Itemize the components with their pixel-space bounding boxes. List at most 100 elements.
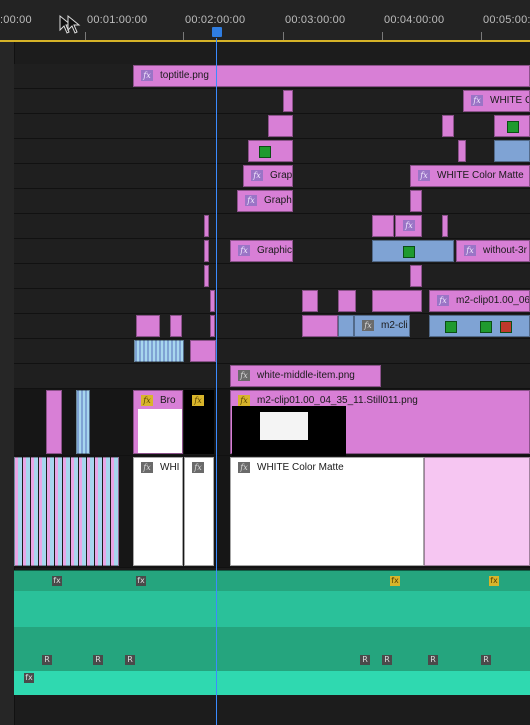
clip[interactable] xyxy=(338,315,354,337)
clip[interactable] xyxy=(283,90,293,112)
clip[interactable] xyxy=(46,390,62,454)
ruler-tick xyxy=(382,32,383,40)
clip[interactable]: fx xyxy=(184,457,214,566)
fx-icon: fx xyxy=(238,370,250,381)
video-track[interactable]: fx m2-clip01.00_06 xyxy=(14,289,530,314)
fx-icon: fx xyxy=(464,245,476,256)
fx-icon: fx xyxy=(141,70,153,81)
clip-label: white-middle-item.png xyxy=(257,370,355,381)
clip[interactable] xyxy=(204,265,209,287)
video-track[interactable]: fx Graphic fx without-3r xyxy=(14,239,530,264)
video-track[interactable] xyxy=(14,339,530,364)
clip[interactable] xyxy=(248,140,293,162)
clip-white-middle-item[interactable]: fx white-middle-item.png xyxy=(230,365,381,387)
audio-r-badge: R xyxy=(481,655,491,665)
timecode-label: 00:05:00: xyxy=(483,14,530,26)
clip-white-color-matte[interactable]: fx WHITE Color Matte xyxy=(410,165,530,187)
clip-label: Bro xyxy=(160,395,176,406)
timecode-label: 00:04:00:00 xyxy=(384,14,445,26)
clip[interactable] xyxy=(458,140,466,162)
clip-m2-clip-06[interactable]: fx m2-clip01.00_06 xyxy=(429,290,530,312)
clip[interactable] xyxy=(190,340,216,362)
clip-label: WHITE C xyxy=(490,95,530,106)
clip-toptitle[interactable]: fx toptitle.png xyxy=(133,65,530,87)
clip-bro[interactable]: fx Bro xyxy=(133,390,183,454)
video-track[interactable] xyxy=(14,114,530,139)
fx-icon: fx xyxy=(238,245,250,256)
clip[interactable] xyxy=(410,265,422,287)
clip[interactable] xyxy=(14,457,119,566)
audio-r-badge: R xyxy=(428,655,438,665)
timecode-label: 00:03:00:00 xyxy=(285,14,346,26)
clip-thumbnail xyxy=(232,406,346,456)
video-track[interactable]: fx m2-cli xyxy=(14,314,530,339)
ruler-tick xyxy=(283,32,284,40)
clip[interactable] xyxy=(429,315,530,337)
clip-label: Grap xyxy=(270,170,293,181)
clip[interactable] xyxy=(134,340,184,362)
audio-track[interactable]: fx fx fx fx R R R R R R R xyxy=(14,570,530,671)
clip-graph[interactable]: fx Graph xyxy=(237,190,293,212)
track-header-gutter xyxy=(0,42,15,725)
clip-white-color-matte-v1[interactable]: fx WHITE Color Matte xyxy=(230,457,424,566)
timecode-label: :00:00 xyxy=(0,14,32,26)
audio-waveform xyxy=(14,591,530,627)
clip[interactable] xyxy=(204,240,209,262)
clip-label: Graph xyxy=(264,195,292,206)
video-track[interactable]: fx xyxy=(14,214,530,239)
clip[interactable] xyxy=(338,290,356,312)
audio-r-badge: R xyxy=(360,655,370,665)
ruler-tick xyxy=(481,32,482,40)
clip[interactable] xyxy=(494,140,530,162)
clip[interactable] xyxy=(302,290,318,312)
effect-badge-icon xyxy=(500,321,512,333)
audio-r-badge: R xyxy=(93,655,103,665)
video-track[interactable]: fx Graph xyxy=(14,189,530,214)
video-track[interactable]: fx WHI fx fx WHITE Color Matte xyxy=(14,456,530,568)
clip-whi[interactable]: fx WHI xyxy=(133,457,183,566)
effect-badge-icon xyxy=(480,321,492,333)
clip[interactable] xyxy=(424,457,530,566)
clip-without[interactable]: fx without-3r xyxy=(456,240,530,262)
clip[interactable] xyxy=(302,315,338,337)
clip[interactable] xyxy=(442,115,454,137)
playhead-line[interactable] xyxy=(216,38,217,725)
time-ruler[interactable]: :00:00 00:01:00:00 00:02:00:00 00:03:00:… xyxy=(0,0,530,42)
clip[interactable] xyxy=(494,115,530,137)
clip-white-c[interactable]: fx WHITE C xyxy=(463,90,530,112)
video-track[interactable]: fx WHITE C xyxy=(14,89,530,114)
clip[interactable] xyxy=(136,315,160,337)
clip[interactable] xyxy=(210,315,215,337)
clip[interactable] xyxy=(372,240,454,262)
fx-icon: fx xyxy=(471,95,483,106)
audio-track[interactable]: fx xyxy=(14,671,530,695)
audio-r-badge: R xyxy=(42,655,52,665)
clip-label: m2-clip01.00_04_35_11.Still011.png xyxy=(257,395,418,406)
audio-r-badge: R xyxy=(382,655,392,665)
mouse-cursor-icon xyxy=(59,14,81,34)
clip[interactable] xyxy=(204,215,209,237)
clip-grap[interactable]: fx Grap xyxy=(243,165,293,187)
clip[interactable]: fx xyxy=(395,215,422,237)
video-track[interactable]: fx toptitle.png xyxy=(14,64,530,89)
video-track[interactable]: fx Grap fx WHITE Color Matte xyxy=(14,164,530,189)
clip[interactable]: fx xyxy=(184,390,214,454)
clip[interactable] xyxy=(372,215,394,237)
clip-m2-cli[interactable]: fx m2-cli xyxy=(354,315,410,337)
fx-icon: fx xyxy=(52,576,62,586)
video-track[interactable] xyxy=(14,264,530,289)
clip[interactable] xyxy=(210,290,215,312)
video-track[interactable] xyxy=(14,139,530,164)
video-track[interactable]: fx white-middle-item.png xyxy=(14,364,530,389)
clip-label: m2-clip01.00_06 xyxy=(456,295,530,306)
audio-r-badge: R xyxy=(125,655,135,665)
clip[interactable] xyxy=(410,190,422,212)
playhead-handle[interactable] xyxy=(212,27,222,37)
clip[interactable] xyxy=(268,115,293,137)
clip[interactable] xyxy=(170,315,182,337)
fx-icon: fx xyxy=(141,395,153,406)
clip[interactable] xyxy=(372,290,422,312)
clip-graphic[interactable]: fx Graphic xyxy=(230,240,293,262)
clip[interactable] xyxy=(442,215,448,237)
clip[interactable] xyxy=(76,390,90,454)
